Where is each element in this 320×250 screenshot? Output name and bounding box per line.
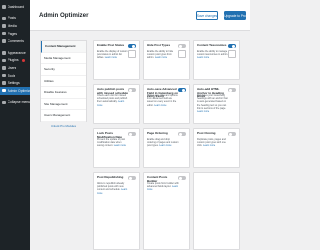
wp-menu-item[interactable]: Posts — [0, 15, 30, 23]
module-toggle[interactable] — [178, 176, 186, 181]
settings-icon[interactable] — [128, 50, 136, 58]
media-icon — [2, 24, 6, 28]
update-count-badge — [21, 58, 25, 62]
wp-admin-sidebar: Dashboard Posts Media Pages Comments Appearan… — [0, 0, 30, 250]
module-description: Enable the ability to manage custom taxo… — [197, 50, 228, 57]
user-icon — [2, 66, 6, 70]
wp-menu-label: Collapse menu — [7, 100, 31, 105]
module-toggle[interactable] — [228, 132, 236, 137]
module-card: Content Taxonomies Enable the ability to … — [193, 40, 240, 80]
learn-more-link[interactable]: Learn more — [203, 144, 215, 147]
wp-menu-label: Comments — [7, 39, 24, 44]
wrench-icon — [2, 73, 6, 78]
wp-menu-label: Media — [7, 23, 17, 28]
module-title: Hide Post Types — [147, 43, 171, 47]
wp-menu-item[interactable]: Dashboard — [0, 3, 30, 11]
learn-more-link[interactable]: Learn more — [155, 56, 167, 59]
module-title: Enable Post Status — [97, 43, 125, 47]
module-card: Post Republishing Allow to republish alre… — [93, 172, 140, 250]
category-tab[interactable]: Users Management — [41, 110, 86, 122]
category-tab[interactable]: Security — [41, 64, 86, 76]
brush-icon — [2, 51, 6, 55]
module-title: Page Ordering — [147, 131, 168, 135]
category-tab[interactable]: Content Management — [41, 41, 86, 53]
wp-menu-item[interactable]: Pages — [0, 30, 30, 38]
wp-menu-label: Dashboard — [7, 4, 25, 9]
wp-menu-item[interactable]: Media — [0, 22, 30, 30]
page-icon — [2, 31, 6, 36]
module-card: Post Cloning Duplicate posts, pages and c… — [193, 128, 240, 168]
learn-more-link[interactable]: Learn more — [197, 110, 209, 113]
wp-menu-label: Plugins — [7, 58, 19, 63]
module-toggle[interactable] — [178, 132, 186, 137]
category-tab[interactable]: Utilities — [41, 76, 86, 87]
upgrade-button[interactable]: Upgrade to Pro — [224, 11, 246, 20]
module-toggle[interactable] — [178, 88, 186, 93]
module-toggle[interactable] — [128, 176, 136, 181]
collapse-icon — [2, 100, 6, 105]
wp-menu-label: Appearance — [7, 50, 26, 55]
wp-menu-item[interactable]: Collapse menu — [0, 99, 30, 107]
wp-menu-item[interactable]: Tools — [0, 72, 30, 80]
wp-menu-label: Pages — [7, 31, 18, 36]
dashboard-icon — [2, 5, 6, 9]
category-tab[interactable]: Disable Features — [41, 87, 86, 99]
settings-icon — [2, 81, 6, 85]
wp-menu-item[interactable]: Comments — [0, 37, 30, 45]
unlock-pro-link[interactable]: Unlock Pro Modules — [41, 122, 86, 130]
module-card: Auto-save Advanced Field in Gutenberg on… — [143, 84, 190, 124]
module-card: Hide Post Types Enable the ability to hid… — [143, 40, 190, 80]
module-card: Auto publish posts with missed schedule C… — [93, 84, 140, 124]
wp-menu-item[interactable]: Plugins — [0, 57, 30, 65]
wp-menu-item[interactable]: Users — [0, 64, 30, 72]
wp-menu-label: Users — [7, 65, 17, 70]
learn-more-link[interactable]: Learn more — [105, 56, 117, 59]
wp-menu-label: Posts — [7, 16, 16, 21]
module-toggle[interactable] — [128, 88, 136, 93]
learn-more-link[interactable]: Learn more — [114, 144, 126, 147]
wp-menu-label: Admin Optimizer — [7, 88, 31, 93]
save-button[interactable]: Save changes — [196, 11, 218, 20]
module-card: Lock Posts Modification Date Prevent the … — [93, 128, 140, 168]
category-tab[interactable]: Site Management — [41, 99, 86, 110]
module-category-panel: Content Management Media Management Securi… — [40, 40, 87, 128]
module-card — [193, 172, 240, 250]
module-title: Content Taxonomies — [197, 43, 227, 47]
category-tab[interactable]: Media Management — [41, 53, 86, 64]
wp-menu-item[interactable]: Settings — [0, 79, 30, 87]
module-card: Content Posts Builder Create posts from b… — [143, 172, 190, 250]
settings-icon[interactable] — [228, 50, 236, 58]
module-toggle[interactable] — [128, 132, 136, 137]
module-title: Post Republishing — [97, 175, 124, 179]
module-toggle[interactable] — [128, 44, 136, 49]
module-toggle[interactable] — [178, 44, 186, 49]
module-card: Auto-add HTML Anchor to Heading Block Pop… — [193, 84, 240, 124]
wp-menu-item[interactable]: Admin Optimizer — [0, 86, 31, 95]
learn-more-link[interactable]: Learn more — [154, 104, 166, 107]
plugin-icon — [2, 58, 6, 63]
learn-more-link[interactable]: Learn more — [159, 144, 171, 147]
wp-menu-item[interactable]: Appearance — [0, 49, 30, 57]
module-card: Page Ordering Enable drag and drop orderi… — [143, 128, 190, 168]
module-description: Populates your Gutenberg headings with a… — [197, 94, 228, 110]
wp-menu-label: Settings — [7, 81, 20, 86]
module-toggle[interactable] — [228, 88, 236, 93]
pin-icon — [2, 16, 6, 21]
module-toggle[interactable] — [228, 44, 236, 49]
learn-more-link[interactable]: Learn more — [197, 56, 209, 59]
wp-menu-label: Tools — [7, 73, 16, 78]
optimizer-icon — [2, 88, 6, 93]
module-card: Enable Post Status Enable the display of … — [93, 40, 140, 80]
page-header: Admin Optimizer Save changes Upgrade to … — [30, 0, 250, 31]
comment-icon — [2, 39, 6, 43]
settings-icon[interactable] — [178, 50, 186, 58]
page-title: Admin Optimizer — [39, 12, 89, 19]
module-title: Post Cloning — [197, 131, 216, 135]
